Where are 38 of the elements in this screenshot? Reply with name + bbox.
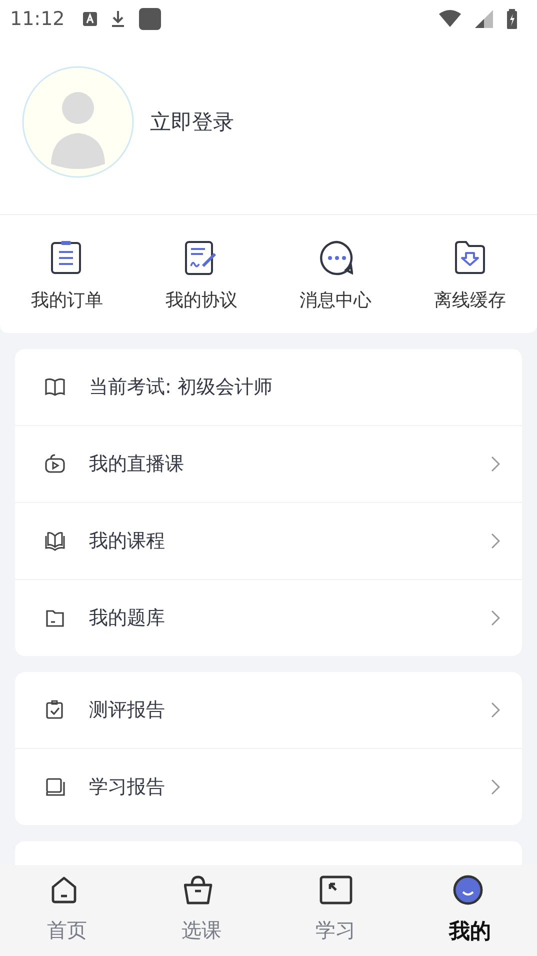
chat-bubble-icon[interactable] bbox=[318, 240, 353, 276]
book-icon bbox=[45, 377, 65, 397]
wifi-icon bbox=[439, 10, 461, 28]
menu-item[interactable]: 我的直播课 bbox=[15, 425, 522, 502]
tab[interactable]: 学习 bbox=[268, 865, 403, 956]
keyboard-icon bbox=[82, 12, 97, 26]
open-book-icon bbox=[45, 531, 65, 551]
menu-item[interactable]: 我的课程 bbox=[15, 502, 522, 579]
clipboard-check-icon bbox=[45, 700, 65, 720]
tab[interactable]: 首页 bbox=[0, 865, 134, 956]
tablet-icon bbox=[45, 777, 65, 797]
signal-icon bbox=[475, 10, 493, 28]
menu-label: 当前考试: 初级会计师 bbox=[89, 375, 272, 400]
login-link[interactable]: 立即登录 bbox=[150, 108, 234, 136]
square-icon bbox=[138, 8, 161, 30]
video-icon bbox=[45, 454, 65, 474]
menu-label: 我的直播课 bbox=[89, 452, 184, 477]
menu-label: 我的题库 bbox=[89, 606, 165, 631]
shortcut-label[interactable]: 消息中心 bbox=[300, 288, 372, 312]
tab[interactable]: 选课 bbox=[134, 865, 268, 956]
menu-item[interactable]: 学习报告 bbox=[15, 748, 522, 825]
shortcut-label[interactable]: 我的协议 bbox=[165, 288, 238, 312]
avatar-icon bbox=[22, 66, 134, 178]
menu-item[interactable]: 当前考试: 初级会计师 bbox=[15, 349, 522, 425]
folder-download-icon[interactable] bbox=[452, 240, 487, 276]
menu-label: 我的课程 bbox=[89, 529, 165, 554]
signed-document-icon[interactable] bbox=[184, 240, 218, 276]
tab[interactable]: 我的 bbox=[402, 865, 537, 956]
menu-item[interactable]: 我的题库 bbox=[15, 579, 522, 656]
shortcut-label[interactable]: 我的订单 bbox=[31, 288, 104, 312]
menu-item[interactable]: 测评报告 bbox=[15, 672, 522, 748]
download-icon bbox=[110, 10, 125, 28]
battery-icon bbox=[507, 9, 517, 29]
menu-label: 学习报告 bbox=[89, 775, 165, 800]
folder-icon bbox=[45, 608, 65, 628]
menu-label: 测评报告 bbox=[89, 698, 165, 723]
shortcut-label[interactable]: 离线缓存 bbox=[434, 288, 506, 312]
clock: 11:12 bbox=[10, 8, 65, 30]
